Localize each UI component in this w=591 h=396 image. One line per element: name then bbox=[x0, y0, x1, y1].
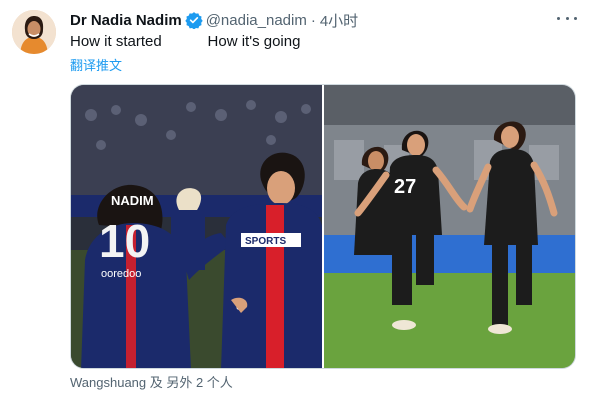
sponsor-right: SPORTS bbox=[245, 236, 286, 247]
photo-how-its-going[interactable]: 27 bbox=[324, 85, 575, 368]
tweet-text: How it started How it's going bbox=[70, 33, 301, 50]
sponsor-left: ooredoo bbox=[101, 268, 141, 280]
avatar-portrait-icon bbox=[12, 10, 56, 54]
tagged-users[interactable]: Wangshuang 及 另外 2 个人 bbox=[70, 372, 233, 391]
verified-badge-icon[interactable] bbox=[185, 11, 203, 30]
separator-dot: · bbox=[310, 11, 316, 29]
jersey-name-left: NADIM bbox=[111, 193, 154, 208]
tweet-media: NADIM 10 ooredoo SPORTS 8 bbox=[70, 84, 576, 369]
author-avatar[interactable] bbox=[12, 10, 56, 54]
tweet-timestamp[interactable]: 4小时 bbox=[320, 10, 358, 31]
translate-tweet-link[interactable]: 翻译推文 bbox=[70, 55, 122, 74]
tweet-header: Dr Nadia Nadim @nadia_nadim · 4小时 bbox=[70, 9, 579, 31]
author-name[interactable]: Dr Nadia Nadim bbox=[70, 12, 182, 29]
more-options-icon[interactable] bbox=[557, 10, 577, 26]
photo-how-it-started[interactable]: NADIM 10 ooredoo SPORTS 8 bbox=[71, 85, 322, 368]
author-handle[interactable]: @nadia_nadim bbox=[206, 12, 307, 29]
jersey-number-left: 10 bbox=[99, 215, 150, 267]
jersey-number-right-photo: 27 bbox=[394, 176, 416, 198]
